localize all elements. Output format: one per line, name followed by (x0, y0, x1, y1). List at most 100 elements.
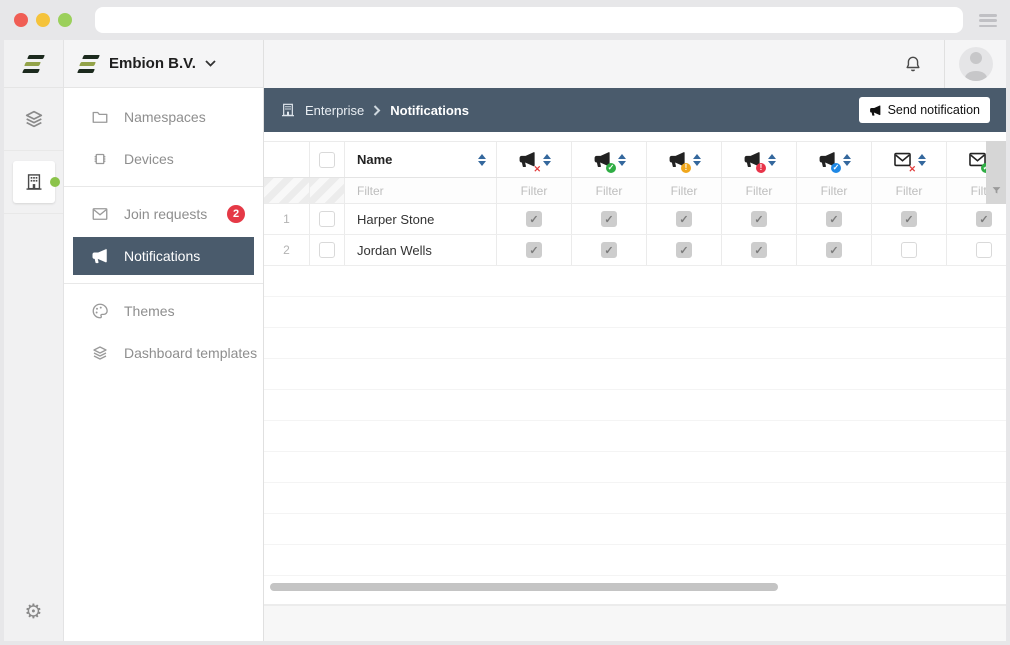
close-window-button[interactable] (14, 13, 28, 27)
column-header-megaphone-red-alert[interactable]: ! (722, 142, 797, 177)
subscription-checkbox[interactable]: ✓ (976, 211, 992, 227)
settings-button[interactable]: ⚙ (4, 581, 63, 641)
bell-icon (903, 54, 923, 74)
name-header-label: Name (357, 152, 392, 167)
empty-row (264, 359, 1006, 390)
filter-input-envelope-red-slash[interactable]: Filter (872, 178, 947, 203)
sort-icon[interactable] (693, 154, 701, 166)
maximize-window-button[interactable] (58, 13, 72, 27)
subscription-checkbox[interactable]: ✓ (601, 211, 617, 227)
sort-icon[interactable] (918, 154, 926, 166)
org-name: Embion B.V. (109, 55, 196, 72)
subscription-checkbox[interactable]: ✓ (751, 242, 767, 258)
window-controls (14, 13, 72, 27)
filter-cell-disabled (264, 178, 310, 203)
megaphone-icon (869, 104, 882, 117)
minimize-window-button[interactable] (36, 13, 50, 27)
subscription-cell: ✓ (572, 235, 647, 265)
subscription-cell: ✓ (722, 235, 797, 265)
column-header-name[interactable]: Name (345, 142, 497, 177)
building-icon (280, 102, 296, 118)
sidebar-item-notifications[interactable]: Notifications (73, 237, 254, 275)
filter-panel-strip[interactable] (986, 141, 1006, 204)
subscription-checkbox[interactable]: ✓ (751, 211, 767, 227)
rail-item-enterprise[interactable] (4, 151, 63, 214)
notifications-bell-button[interactable] (882, 54, 944, 74)
browser-chrome (0, 0, 1010, 40)
column-header-envelope-red-slash[interactable]: ✕ (872, 142, 947, 177)
send-notification-button[interactable]: Send notification (859, 97, 990, 123)
empty-row (264, 545, 1006, 576)
empty-row (264, 514, 1006, 545)
subscription-checkbox[interactable] (976, 242, 992, 258)
building-icon (24, 172, 44, 192)
filter-input-megaphone-amber-alert[interactable]: Filter (647, 178, 722, 203)
row-number: 2 (264, 235, 310, 265)
chevron-down-icon (205, 60, 216, 67)
chip-icon (91, 150, 109, 168)
subscription-cell: ✓ (722, 204, 797, 234)
org-selector[interactable]: Embion B.V. (64, 40, 263, 88)
filter-input-megaphone-red-alert[interactable]: Filter (722, 178, 797, 203)
subscription-checkbox[interactable]: ✓ (826, 211, 842, 227)
rail-item-dashboards[interactable] (4, 88, 63, 151)
table-row[interactable]: 2Jordan Wells✓✓✓✓✓ (264, 235, 1006, 266)
main-panel: Enterprise Notifications Send notificati… (264, 40, 1006, 641)
folder-icon (91, 108, 109, 126)
breadcrumb-root[interactable]: Enterprise (305, 103, 364, 118)
megaphone-icon: ! (742, 150, 762, 170)
sidebar-item-label: Join requests (124, 206, 207, 222)
subscription-checkbox[interactable]: ✓ (676, 242, 692, 258)
sort-icon[interactable] (768, 154, 776, 166)
user-menu[interactable] (944, 40, 1006, 88)
row-checkbox[interactable] (319, 242, 335, 258)
column-header-megaphone-amber-alert[interactable]: ! (647, 142, 722, 177)
enterprise-active-card[interactable] (13, 161, 55, 203)
subscription-checkbox[interactable]: ✓ (676, 211, 692, 227)
column-header-megaphone-red-slash[interactable]: ✕ (497, 142, 572, 177)
browser-menu-icon[interactable] (979, 14, 997, 27)
address-bar[interactable] (95, 7, 963, 33)
row-checkbox[interactable] (319, 211, 335, 227)
table-body: 1Harper Stone✓✓✓✓✓✓✓2Jordan Wells✓✓✓✓✓ (264, 204, 1006, 576)
sort-icon[interactable] (618, 154, 626, 166)
subscription-checkbox[interactable]: ✓ (826, 242, 842, 258)
column-header-megaphone-blue-check[interactable]: ✓ (797, 142, 872, 177)
sidebar-item-namespaces[interactable]: Namespaces (64, 96, 263, 138)
subscription-checkbox[interactable]: ✓ (526, 242, 542, 258)
embion-logo-icon (23, 55, 45, 73)
notifications-table: Name ✕✓!!✓✕✓ Filter FilterFilterFilterFi… (264, 132, 1006, 605)
subscription-checkbox[interactable]: ✓ (526, 211, 542, 227)
row-number: 1 (264, 204, 310, 234)
horizontal-scrollbar-thumb[interactable] (270, 583, 778, 591)
megaphone-icon: ✓ (817, 150, 837, 170)
filter-input-megaphone-green-check[interactable]: Filter (572, 178, 647, 203)
empty-row (264, 452, 1006, 483)
megaphone-icon: ✕ (517, 150, 537, 170)
envelope-icon: ✕ (892, 150, 912, 170)
sort-icon[interactable] (478, 154, 486, 166)
sidebar-item-dashboard-templates[interactable]: Dashboard templates (64, 332, 263, 374)
sidebar-item-themes[interactable]: Themes (64, 290, 263, 332)
red-alert-badge: ! (756, 163, 766, 173)
empty-row (264, 328, 1006, 359)
name-filter-input[interactable]: Filter (345, 178, 497, 203)
column-header-megaphone-green-check[interactable]: ✓ (572, 142, 647, 177)
empty-row (264, 421, 1006, 452)
app-window: ⚙ Embion B.V. Namespaces Devices (4, 40, 1006, 641)
subscription-checkbox[interactable]: ✓ (601, 242, 617, 258)
select-all-checkbox[interactable] (319, 152, 335, 168)
subscription-checkbox[interactable] (901, 242, 917, 258)
sidebar-item-devices[interactable]: Devices (64, 138, 263, 180)
filter-input-megaphone-blue-check[interactable]: Filter (797, 178, 872, 203)
table-header-row: Name ✕✓!!✓✕✓ (264, 141, 1006, 178)
sort-icon[interactable] (843, 154, 851, 166)
embion-logo-icon (78, 55, 100, 73)
table-row[interactable]: 1Harper Stone✓✓✓✓✓✓✓ (264, 204, 1006, 235)
filter-input-megaphone-red-slash[interactable]: Filter (497, 178, 572, 203)
sort-icon[interactable] (543, 154, 551, 166)
row-number-header (264, 142, 310, 177)
subscription-checkbox[interactable]: ✓ (901, 211, 917, 227)
red-slash-badge: ✕ (908, 165, 916, 174)
sidebar-item-join-requests[interactable]: Join requests 2 (64, 193, 263, 235)
